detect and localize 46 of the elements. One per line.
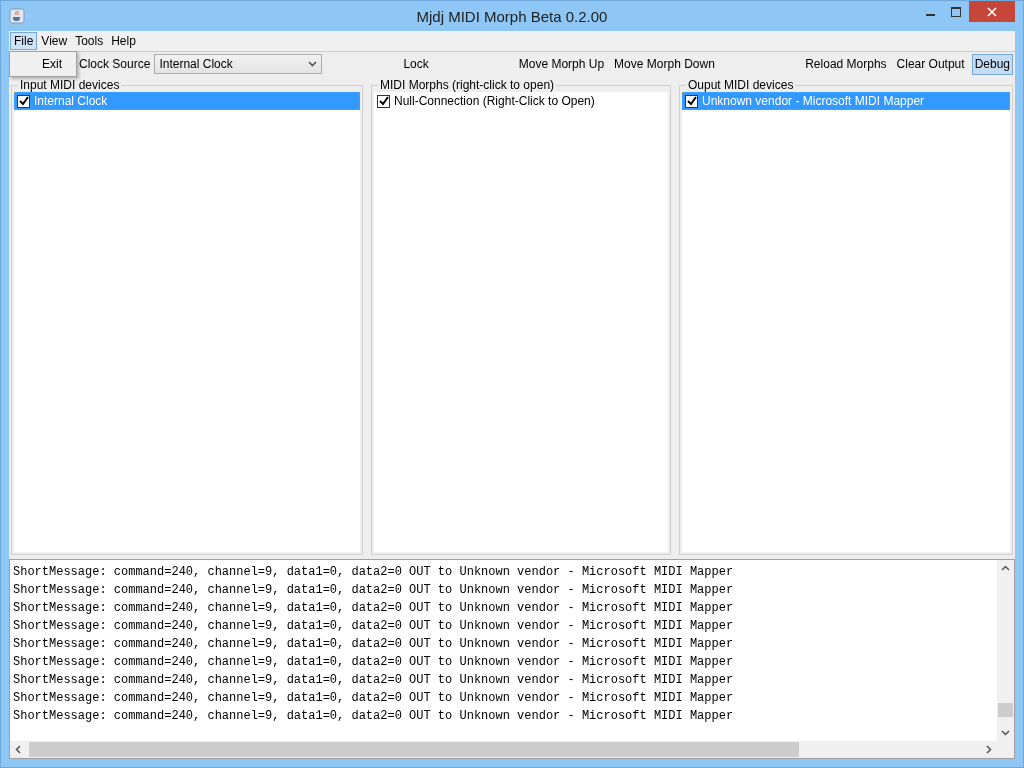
toolbar-button[interactable]: Clear Output [893, 53, 968, 75]
menu-item[interactable]: Help [107, 32, 140, 50]
panel-title: MIDI Morphs (right-click to open) [379, 78, 556, 92]
checkbox[interactable] [17, 94, 30, 108]
toolbar-button[interactable]: Debug [971, 53, 1013, 75]
chevron-down-icon [308, 61, 318, 67]
log-line: ShortMessage: command=240, channel=9, data1=0, data2=0 OUT to Unknown vendor - Microsoft MIDI Mapper [13, 564, 735, 581]
menu-item[interactable]: Tools [71, 32, 108, 50]
minimize-icon [925, 14, 935, 16]
log-line: ShortMessage: command=240, channel=9, data1=0, data2=0 OUT to Unknown vendor - Microsoft MIDI Mapper [13, 618, 735, 635]
checkbox[interactable] [685, 94, 698, 108]
lock-button[interactable]: Lock [400, 53, 432, 75]
horizontal-scrollbar[interactable] [10, 741, 997, 758]
list-item[interactable]: Null-Connection (Right-Click to Open) [374, 92, 668, 110]
vertical-scrollbar[interactable] [997, 560, 1014, 741]
item-label: Unknown vendor - Microsoft MIDI Mapper [702, 94, 925, 108]
scroll-left-icon [15, 745, 21, 754]
toolbar-button[interactable]: Reload Morphs [802, 53, 890, 75]
java-cup-icon [9, 8, 25, 24]
log-line: ShortMessage: command=240, channel=9, data1=0, data2=0 OUT to Unknown vendor - Microsoft MIDI Mapper [13, 654, 735, 671]
window-title: Mjdj MIDI Morph Beta 0.2.00 [415, 7, 609, 25]
menu-item[interactable]: View [37, 32, 72, 50]
log-line: ShortMessage: command=240, channel=9, data1=0, data2=0 OUT to Unknown vendor - Microsoft MIDI Mapper [13, 708, 735, 725]
item-label: Internal Clock [34, 94, 108, 108]
maximize-icon [951, 6, 961, 17]
scroll-right-icon [986, 745, 992, 754]
panel-title: Ouput MIDI devices [687, 78, 795, 92]
clock-source-combo[interactable]: Internal Clock [154, 54, 323, 74]
item-label: Null-Connection (Right-Click to Open) [394, 94, 595, 108]
menu-option[interactable]: Exit [10, 54, 76, 74]
log-line: ShortMessage: command=240, channel=9, data1=0, data2=0 OUT to Unknown vendor - Microsoft MIDI Mapper [13, 582, 735, 599]
log-line: ShortMessage: command=240, channel=9, data1=0, data2=0 OUT to Unknown vendor - Microsoft MIDI Mapper [13, 636, 735, 653]
checkbox[interactable] [377, 94, 390, 108]
log-line: ShortMessage: command=240, channel=9, data1=0, data2=0 OUT to Unknown vendor - Microsoft MIDI Mapper [13, 672, 735, 689]
scroll-up-icon [1001, 565, 1010, 571]
panel-title: Input MIDI devices [19, 78, 121, 92]
clock-source-label: Clock Source [79, 57, 151, 71]
move-down-button[interactable]: Move Morph Down [611, 53, 718, 75]
scrollbar-thumb[interactable] [998, 703, 1013, 717]
menu-item[interactable]: File [10, 32, 38, 50]
log-line: ShortMessage: command=240, channel=9, data1=0, data2=0 OUT to Unknown vendor - Microsoft MIDI Mapper [13, 690, 735, 707]
close-icon [987, 6, 997, 17]
log-line: ShortMessage: command=240, channel=9, data1=0, data2=0 OUT to Unknown vendor - Microsoft MIDI Mapper [13, 600, 735, 617]
scrollbar-thumb[interactable] [29, 742, 799, 757]
scroll-down-icon [1001, 730, 1010, 736]
move-up-button[interactable]: Move Morph Up [515, 53, 608, 75]
